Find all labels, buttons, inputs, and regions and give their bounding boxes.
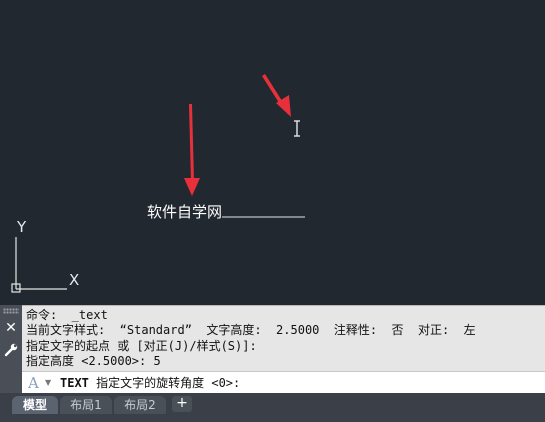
command-prompt: TEXT 指定文字的旋转角度 <0>: [60,374,240,392]
tab-layout1[interactable]: 布局1 [60,396,112,414]
tab-layout2[interactable]: 布局2 [114,396,166,414]
canvas-graphics [11,74,305,293]
command-input[interactable]: A ▼ TEXT 指定文字的旋转角度 <0>: [22,371,545,393]
drawing-canvas[interactable]: 软件自学网 Y X [0,0,545,305]
add-layout-button[interactable]: + [172,396,192,412]
history-line: 指定文字的起点 或 [对正(J)/样式(S)]: [26,339,257,353]
history-line: 命令: _text [26,308,108,322]
history-line: 指定高度 <2.5000>: 5 [26,354,161,368]
ucs-y-label: Y [17,218,27,236]
history-line: 当前文字样式: “Standard” 文字高度: 2.5000 注释性: 否 对… [26,323,476,337]
text-style-icon[interactable]: A [28,374,44,392]
prompt-message: 指定文字的旋转角度 <0>: [88,376,241,390]
annotation-arrow-left [184,104,200,196]
chevron-down-icon[interactable]: ▼ [45,376,51,390]
text-cursor-icon [294,120,300,137]
tab-model[interactable]: 模型 [12,396,58,414]
grip-handle[interactable] [3,308,19,314]
command-line-panel: ✕ 命令: _text 当前文字样式: “Standard” 文字高度: 2.5… [0,305,545,393]
layout-tab-bar: 模型 布局1 布局2 + [0,393,545,422]
ucs-x-label: X [69,271,80,289]
command-history: 命令: _text 当前文字样式: “Standard” 文字高度: 2.500… [22,305,545,372]
annotation-arrow-right [262,74,291,117]
command-line-sidebar: ✕ [0,305,22,393]
ucs-icon [11,237,67,293]
command-name: TEXT [60,376,89,390]
canvas-text-object[interactable]: 软件自学网 [147,202,222,222]
close-icon[interactable]: ✕ [3,320,19,336]
wrench-icon[interactable] [3,342,19,358]
